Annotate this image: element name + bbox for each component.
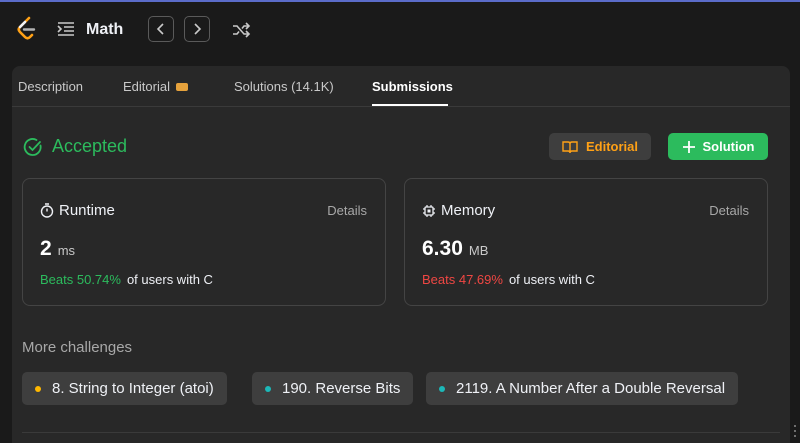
difficulty-dot: [35, 385, 41, 392]
problem-list-icon[interactable]: [57, 20, 75, 38]
top-navbar: Math: [0, 2, 800, 58]
challenge-label: 2119. A Number After a Double Reversal: [456, 380, 726, 397]
challenge-label: 190. Reverse Bits: [282, 380, 401, 397]
runtime-title: Runtime: [40, 202, 115, 219]
challenge-label: 8. String to Integer (atoi): [52, 380, 214, 397]
difficulty-dot: [265, 385, 271, 392]
runtime-unit: ms: [57, 243, 76, 258]
memory-label: Memory: [441, 202, 496, 219]
post-solution-button[interactable]: Solution: [668, 133, 768, 160]
shuffle-icon[interactable]: [231, 20, 251, 40]
submission-panel: Description Editorial Solutions (14.1K) …: [12, 66, 790, 443]
section-divider: [22, 432, 780, 433]
problem-list-title[interactable]: Math: [86, 21, 123, 39]
accepted-status: Accepted: [23, 136, 127, 157]
tab-bar: Description Editorial Solutions (14.1K) …: [12, 66, 790, 107]
tab-solutions[interactable]: Solutions (14.1K): [234, 79, 334, 94]
memory-unit: MB: [468, 243, 489, 258]
accepted-label: Accepted: [52, 136, 128, 156]
memory-title: Memory: [422, 202, 495, 219]
runtime-beats: Beats 50.74% of users with C: [40, 272, 213, 287]
memory-value: 6.30 MB: [422, 237, 488, 261]
prev-problem-button[interactable]: [148, 16, 174, 42]
runtime-label: Runtime: [59, 202, 115, 219]
memory-beats: Beats 47.69% of users with C: [422, 272, 595, 287]
more-challenges-heading: More challenges: [22, 339, 133, 356]
memory-details-link[interactable]: Details: [709, 203, 749, 218]
active-tab-indicator: [372, 104, 448, 106]
chevron-right-icon: [194, 23, 202, 35]
memory-beats-percent: Beats 47.69%: [422, 272, 503, 287]
challenge-chip[interactable]: 8. String to Integer (atoi): [22, 372, 227, 405]
chevron-left-icon: [156, 23, 164, 35]
solution-button-label: Solution: [702, 139, 755, 154]
plus-icon: [682, 140, 695, 153]
runtime-beats-percent: Beats 50.74%: [40, 272, 121, 287]
tab-editorial[interactable]: Editorial: [123, 79, 188, 94]
runtime-card[interactable]: Runtime Details 2 ms Beats 50.74% of users…: [22, 178, 386, 306]
resize-grip-icon[interactable]: [793, 424, 797, 438]
runtime-details-link[interactable]: Details: [327, 203, 367, 218]
tab-submissions[interactable]: Submissions: [372, 79, 453, 94]
runtime-beats-suffix: of users with C: [126, 272, 213, 287]
check-circle-icon: [23, 137, 42, 156]
book-icon: [562, 140, 578, 153]
stopwatch-icon: [40, 203, 54, 218]
memory-card[interactable]: Memory Details 6.30 MB Beats 47.69% of use…: [404, 178, 768, 306]
chip-icon: [423, 204, 435, 217]
next-problem-button[interactable]: [184, 16, 210, 42]
tab-description[interactable]: Description: [18, 79, 83, 94]
memory-beats-suffix: of users with C: [508, 272, 595, 287]
video-icon: [175, 83, 188, 91]
leetcode-logo-icon[interactable]: [16, 16, 38, 42]
editorial-button-label: Editorial: [585, 139, 638, 154]
difficulty-dot: [439, 385, 445, 392]
challenge-chip[interactable]: 2119. A Number After a Double Reversal: [426, 372, 739, 405]
challenge-chip[interactable]: 190. Reverse Bits: [252, 372, 414, 405]
editorial-button[interactable]: Editorial: [549, 133, 651, 160]
tab-editorial-label: Editorial: [123, 79, 170, 94]
runtime-value: 2 ms: [40, 237, 75, 261]
runtime-number: 2: [40, 237, 52, 260]
memory-number: 6.30: [422, 237, 463, 260]
